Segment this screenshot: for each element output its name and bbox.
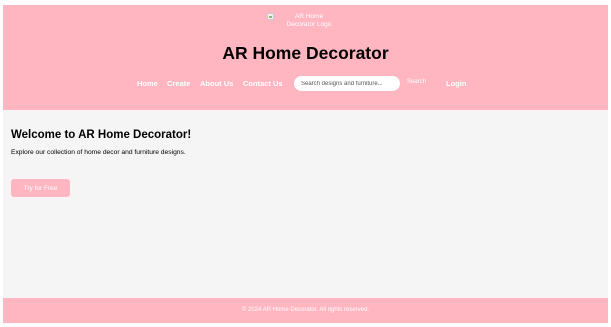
site-footer: © 2024 AR Home Decorator. All rights res…	[3, 298, 608, 323]
try-for-free-button[interactable]: Try for Free	[11, 179, 70, 197]
copyright-text: © 2024 AR Home Decorator. All rights res…	[241, 307, 370, 313]
browser-page: AR Home Decorator Logo AR Home Decorator…	[3, 5, 608, 323]
broken-image-icon	[267, 13, 274, 20]
search-button[interactable]: Search	[407, 79, 426, 85]
site-logo[interactable]: AR Home Decorator Logo	[267, 13, 343, 33]
site-title: AR Home Decorator	[222, 43, 389, 63]
search-input[interactable]	[294, 76, 400, 91]
nav-contact-link[interactable]: Contact Us	[243, 79, 283, 88]
intro-text: Explore our collection of home decor and…	[11, 149, 186, 156]
main-navigation: Home Create About Us Contact Us Search L…	[3, 75, 608, 93]
nav-home-link[interactable]: Home	[137, 79, 158, 88]
logo-alt-text: AR Home Decorator Logo	[286, 13, 332, 28]
main-content: Welcome to AR Home Decorator! Explore ou…	[11, 129, 601, 197]
nav-create-link[interactable]: Create	[167, 79, 190, 88]
login-link[interactable]: Login	[446, 79, 466, 88]
nav-about-link[interactable]: About Us	[200, 79, 233, 88]
welcome-heading: Welcome to AR Home Decorator!	[11, 129, 192, 141]
site-header: AR Home Decorator Logo AR Home Decorator…	[3, 5, 608, 110]
